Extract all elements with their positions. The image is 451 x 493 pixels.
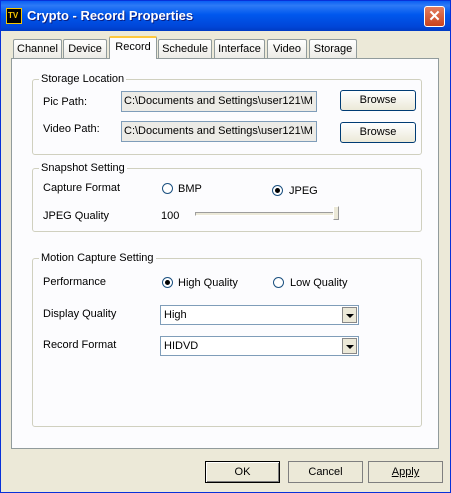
window-title: Crypto - Record Properties [27,8,194,23]
app-icon-text: TV [8,11,19,20]
tab-device[interactable]: Device [63,39,107,58]
chevron-down-icon[interactable] [342,338,357,354]
record-format-select[interactable]: HIDVD [160,336,359,356]
close-button[interactable]: ✕ [424,6,445,27]
jpeg-quality-label: JPEG Quality [43,210,110,222]
bmp-radio[interactable] [162,183,173,194]
jpeg-quality-slider-track[interactable] [195,212,338,216]
record-format-value: HIDVD [164,340,199,352]
video-path-label: Video Path: [43,123,100,135]
apply-button-label: Apply [391,466,420,478]
jpeg-radio[interactable] [272,185,283,196]
record-format-label: Record Format [43,339,117,351]
tab-channel[interactable]: Channel [13,39,62,58]
pic-path-field[interactable]: C:\Documents and Settings\user121\M [121,91,317,112]
record-tab-panel: Storage Location Pic Path: C:\Documents … [11,58,439,449]
low-quality-radio-label[interactable]: Low Quality [290,277,347,290]
jpeg-quality-slider-thumb[interactable] [333,206,339,220]
tab-schedule[interactable]: Schedule [158,39,212,58]
close-icon: ✕ [428,8,441,25]
high-quality-radio-label[interactable]: High Quality [178,277,238,290]
storage-location-group: Storage Location Pic Path: C:\Documents … [32,73,422,155]
high-quality-radio[interactable] [162,277,173,288]
motion-capture-group: Motion Capture Setting Performance High … [32,252,422,427]
tv-app-icon: TV [6,8,22,24]
storage-location-title: Storage Location [39,73,127,85]
display-quality-value: High [164,309,187,321]
apply-button[interactable]: Apply [368,461,443,483]
jpeg-radio-label[interactable]: JPEG [289,185,318,198]
video-path-field[interactable]: C:\Documents and Settings\user121\M [121,121,317,142]
snapshot-setting-title: Snapshot Setting [39,162,127,174]
tab-video[interactable]: Video [267,39,307,58]
low-quality-radio[interactable] [273,277,284,288]
motion-capture-title: Motion Capture Setting [39,252,156,264]
pic-path-browse-button[interactable]: Browse [340,90,416,111]
cancel-button[interactable]: Cancel [288,461,363,483]
jpeg-quality-value: 100 [161,210,180,222]
display-quality-label: Display Quality [43,308,117,320]
video-path-browse-button[interactable]: Browse [340,122,416,143]
tab-storage[interactable]: Storage [309,39,357,58]
tab-record[interactable]: Record [109,36,157,59]
title-bar[interactable]: TV Crypto - Record Properties ✕ [1,1,450,31]
snapshot-setting-group: Snapshot Setting Capture Format BMP JPEG… [32,162,422,232]
chevron-down-icon[interactable] [342,307,357,323]
performance-label: Performance [43,276,106,288]
capture-format-label: Capture Format [43,182,121,194]
display-quality-select[interactable]: High [160,305,359,325]
tab-interface[interactable]: Interface [214,39,265,58]
pic-path-label: Pic Path: [43,96,88,108]
ok-button[interactable]: OK [205,461,280,483]
dialog-window: TV Crypto - Record Properties ✕ Channel … [0,0,451,493]
bmp-radio-label[interactable]: BMP [178,183,202,196]
